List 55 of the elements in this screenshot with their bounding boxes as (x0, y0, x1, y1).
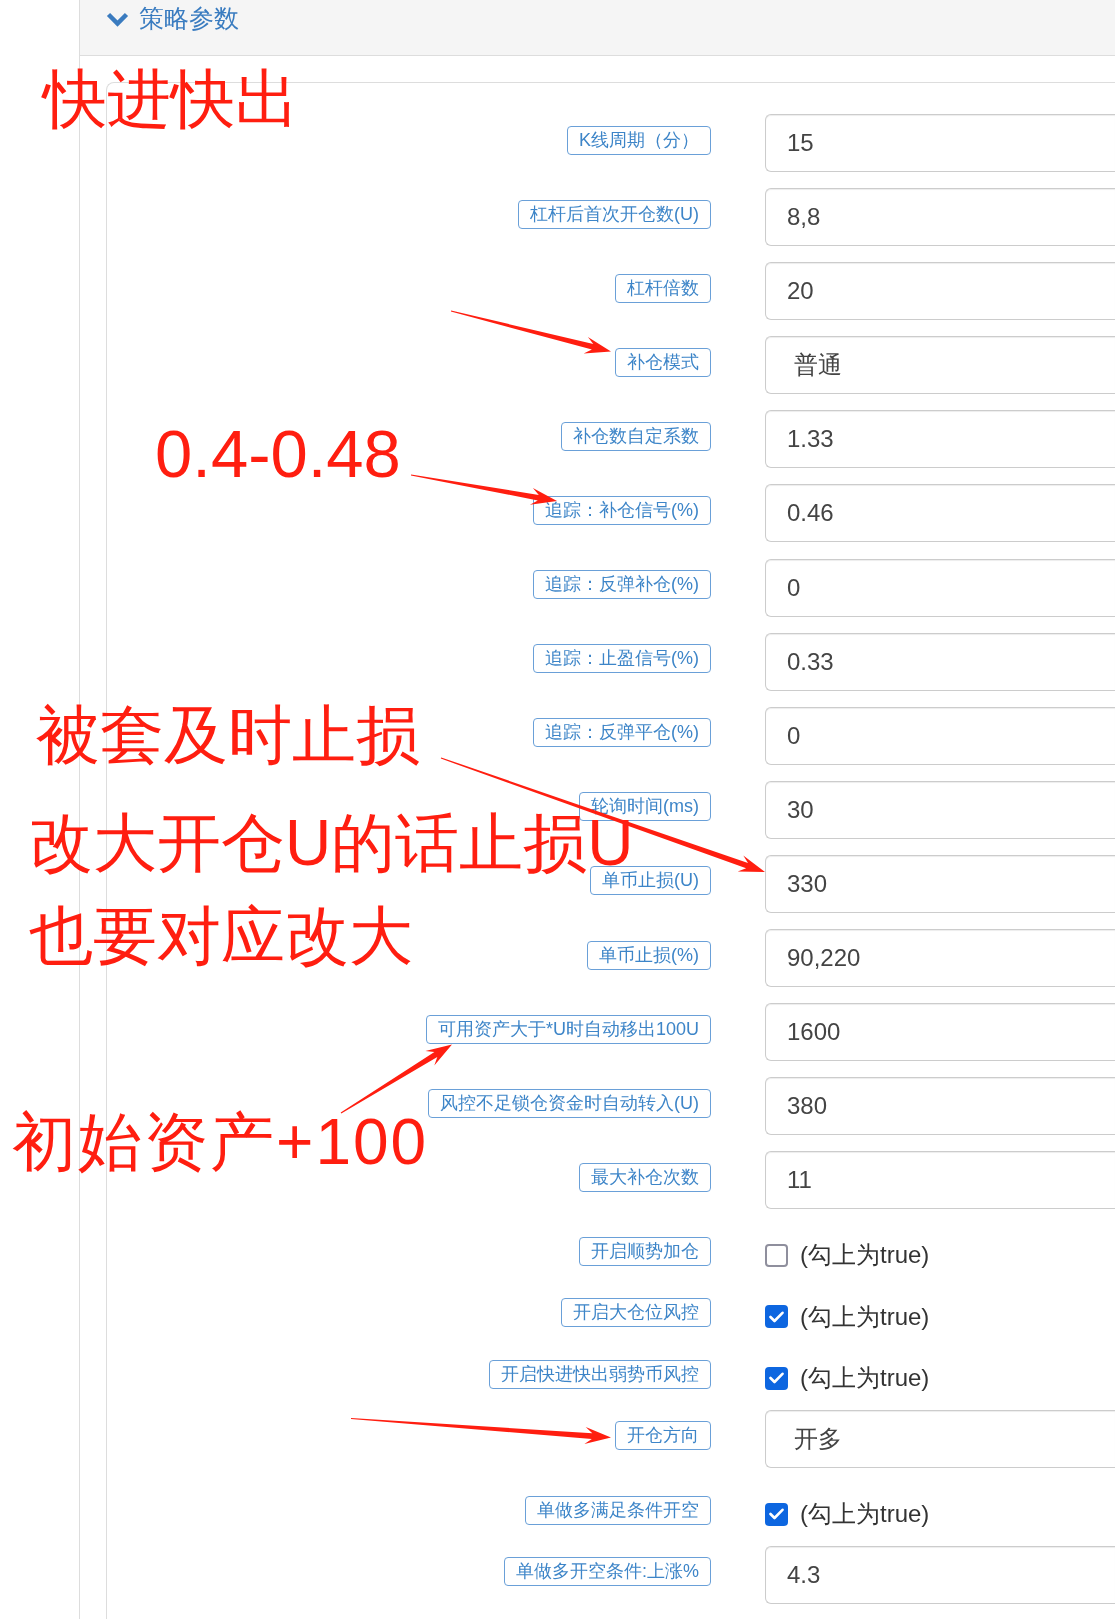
input-field[interactable]: 20 (765, 262, 1115, 321)
input-field[interactable]: 30 (765, 780, 1115, 839)
panel-title[interactable]: 策略参数 (139, 0, 239, 38)
field-label: 开启快进快出弱势币风控 (489, 1359, 711, 1389)
annotation-text: 快进快出 (43, 67, 299, 131)
check-icon (769, 1372, 784, 1385)
field-label: 追踪：反弹补仓(%) (533, 570, 711, 600)
annotation-text: 被套及时止损 (36, 703, 420, 767)
field-label: 开启大仓位风控 (561, 1298, 711, 1328)
input-field[interactable]: 0 (765, 558, 1115, 617)
field-label: K线周期（分） (567, 125, 711, 155)
checkbox-label: (勾上为true) (800, 1499, 930, 1529)
input-field[interactable]: 380 (765, 1077, 1115, 1136)
field-label: 风控不足锁仓资金时自动转入(U) (428, 1088, 711, 1118)
check-icon (769, 1508, 784, 1520)
checkbox-label: (勾上为true) (800, 1363, 930, 1394)
field-label: 杠杆倍数 (615, 273, 711, 303)
input-field[interactable]: 0.33 (765, 632, 1115, 691)
field-label: 单币止损(%) (587, 940, 711, 970)
checkbox-label: (勾上为true) (800, 1240, 930, 1271)
field-label: 开仓方向 (615, 1421, 711, 1451)
input-field[interactable]: 11 (765, 1151, 1115, 1210)
field-label: 单做多开空条件:上涨% (504, 1557, 711, 1586)
input-field[interactable]: 0.46 (765, 484, 1115, 543)
field-label: 补仓数自定系数 (561, 421, 711, 451)
annotation-text: 也要对应改大 (29, 904, 413, 968)
field-label: 最大补仓次数 (579, 1162, 711, 1192)
input-field[interactable]: 4.3 (765, 1545, 1115, 1604)
select-field[interactable]: 开多 (765, 1409, 1115, 1468)
input-field[interactable]: 1600 (765, 1003, 1115, 1062)
field-label: 追踪：止盈信号(%) (533, 644, 711, 674)
checkbox-label: (勾上为true) (800, 1301, 930, 1332)
field-label: 杠杆后首次开仓数(U) (518, 199, 711, 229)
checkbox[interactable] (765, 1366, 788, 1390)
check-icon (769, 1310, 784, 1323)
input-field[interactable]: 1.33 (765, 410, 1115, 469)
field-label: 追踪：反弹平仓(%) (533, 718, 711, 748)
annotation-text: 初始资产+100 (12, 1110, 429, 1174)
select-field[interactable]: 普通 (765, 336, 1115, 395)
input-field[interactable]: 8,8 (765, 188, 1115, 247)
input-field[interactable]: 330 (765, 854, 1115, 913)
field-label: 开启顺势加仓 (579, 1236, 711, 1266)
checkbox[interactable] (765, 1243, 788, 1267)
checkbox[interactable] (765, 1305, 788, 1329)
field-label: 单币止损(U) (590, 866, 711, 896)
input-field[interactable]: 90,220 (765, 929, 1115, 988)
checkbox[interactable] (765, 1502, 788, 1526)
input-field[interactable]: 15 (765, 114, 1115, 172)
field-label: 补仓模式 (615, 347, 711, 377)
annotation-text: 0.4-0.48 (155, 420, 401, 487)
field-label: 可用资产大于*U时自动移出100U (425, 1014, 711, 1044)
panel-header[interactable]: 策略参数 (80, 0, 1115, 56)
chevron-down-icon[interactable] (106, 11, 129, 27)
input-field[interactable]: 0 (765, 706, 1115, 765)
field-label: 单做多满足条件开空 (525, 1495, 711, 1525)
